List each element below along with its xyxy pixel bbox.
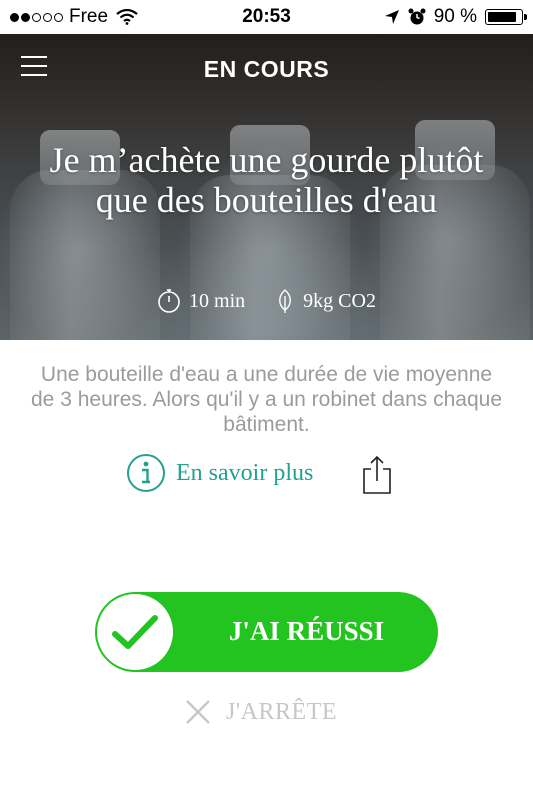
stop-button[interactable]: J'ARRÊTE	[184, 698, 337, 726]
close-icon	[186, 700, 210, 724]
share-button[interactable]	[362, 455, 392, 495]
success-knob	[97, 594, 173, 670]
learn-more-label: En savoir plus	[176, 459, 314, 486]
info-icon	[127, 454, 165, 492]
co2-value: 9kg CO2	[303, 289, 376, 312]
battery-icon	[485, 9, 527, 25]
duration-value: 10 min	[189, 289, 246, 312]
challenge-title: Je m’achète une gourde plutôt que des bo…	[49, 140, 484, 220]
status-bar: Free 20:53 90 %	[0, 0, 533, 34]
checkmark-icon	[112, 615, 158, 649]
challenge-meta: 10 min 9kg CO2	[0, 288, 533, 314]
learn-more-link[interactable]: En savoir plus	[126, 453, 313, 493]
location-arrow-icon	[384, 10, 399, 24]
battery-percentage: 90 %	[433, 6, 477, 27]
duration-meta: 10 min	[157, 288, 245, 314]
leaf-icon	[279, 289, 292, 313]
co2-meta: 9kg CO2	[275, 288, 376, 314]
success-button[interactable]: J'AI RÉUSSI	[95, 592, 438, 672]
share-icon	[363, 455, 391, 494]
alarm-clock-icon	[408, 8, 426, 25]
stopwatch-icon	[158, 289, 180, 313]
success-label: J'AI RÉUSSI	[228, 616, 385, 646]
status-right: 90 %	[384, 6, 527, 28]
battery-fill	[488, 12, 516, 22]
challenge-description: Une bouteille d'eau a une durée de vie m…	[31, 363, 502, 436]
hero-banner: EN COURS Je m’achète une gourde plutôt q…	[0, 0, 533, 340]
nav-title: EN COURS	[203, 56, 330, 82]
stop-label: J'ARRÊTE	[226, 698, 337, 725]
